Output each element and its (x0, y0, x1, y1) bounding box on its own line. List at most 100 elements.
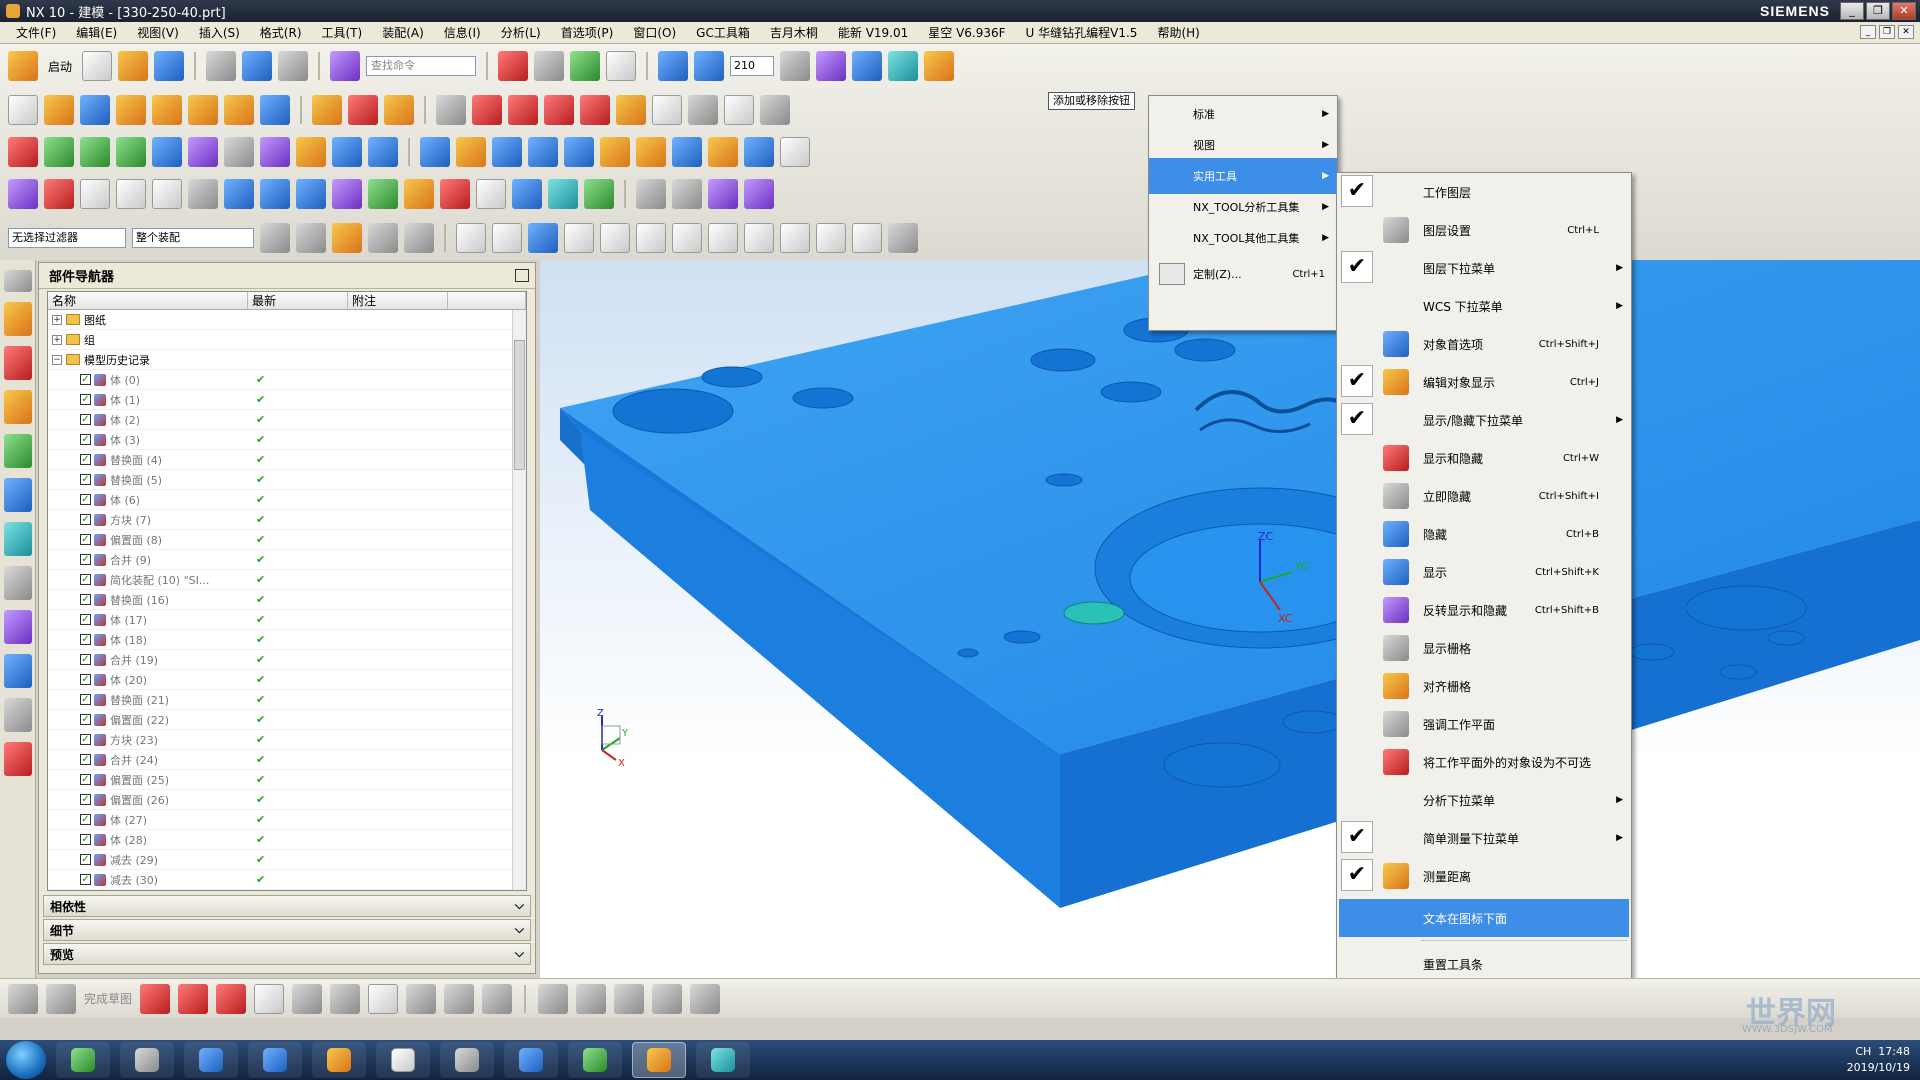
move-face-icon[interactable] (296, 137, 326, 167)
submenu-item[interactable]: ✔ 工作图层 (1337, 173, 1631, 211)
replace-face-icon[interactable] (332, 137, 362, 167)
fillet-icon[interactable] (292, 983, 323, 1014)
section-view-icon[interactable] (694, 51, 725, 81)
tool-icon[interactable] (584, 179, 614, 209)
column-note[interactable]: 附注 (348, 292, 448, 309)
grid-icon[interactable] (888, 223, 918, 253)
menu-item-10[interactable]: 窗口(O) (623, 24, 686, 41)
point-on-face-icon[interactable] (852, 223, 882, 253)
visibility-checkbox[interactable]: ✓ (80, 674, 91, 685)
submenu-item[interactable]: 强调工作平面 (1337, 705, 1631, 743)
visibility-checkbox[interactable]: ✓ (80, 614, 91, 625)
render-style-icon[interactable] (534, 51, 565, 81)
undo-icon[interactable] (242, 51, 273, 81)
studio-surface-icon[interactable] (744, 137, 774, 167)
circle-icon[interactable] (472, 95, 502, 125)
taskbar-app-7[interactable] (440, 1042, 494, 1078)
intersection-icon[interactable] (672, 223, 702, 253)
settings-gear-icon[interactable] (4, 270, 32, 292)
extrude-icon[interactable] (44, 95, 74, 125)
finish-sketch-label[interactable]: 完成草图 (84, 990, 132, 1007)
datum-plane-icon[interactable] (436, 95, 466, 125)
shaded-icon[interactable] (570, 51, 601, 81)
filter-settings-icon[interactable] (260, 223, 290, 253)
system-materials-icon[interactable] (4, 610, 32, 644)
start-icon[interactable] (8, 51, 38, 81)
layer-select[interactable]: 210 (730, 56, 775, 76)
column-name[interactable]: 名称 (48, 292, 248, 309)
taskbar-app-8[interactable] (504, 1042, 558, 1078)
rapid-dimension-icon[interactable] (652, 983, 683, 1014)
tree-scrollbar[interactable] (512, 310, 526, 890)
tree-group-row[interactable]: + 组 (48, 330, 512, 350)
taskbar-app-6[interactable] (376, 1042, 430, 1078)
background-icon[interactable] (606, 51, 637, 81)
visibility-checkbox[interactable]: ✓ (80, 414, 91, 425)
table-row[interactable]: ✓ 体 (1) ✔ (48, 390, 512, 410)
table-row[interactable]: ✓ 偏置面 (26) ✔ (48, 790, 512, 810)
snap-point-icon[interactable] (332, 223, 362, 253)
close-button[interactable]: ✕ (1892, 2, 1916, 20)
boss-icon[interactable] (152, 95, 182, 125)
start-button-label[interactable]: 启动 (48, 58, 72, 75)
submenu-item[interactable]: ✔ 编辑对象显示 Ctrl+J (1337, 363, 1631, 401)
visibility-checkbox[interactable]: ✓ (80, 774, 91, 785)
snap-icon[interactable] (888, 51, 919, 81)
tree-group-row[interactable]: − 模型历史记录 (48, 350, 512, 370)
bounded-plane-icon[interactable] (492, 137, 522, 167)
offset-face-icon[interactable] (260, 137, 290, 167)
submenu-item[interactable]: 分析下拉菜单 ▶ (1337, 781, 1631, 819)
profile-icon[interactable] (140, 983, 171, 1014)
intersect-icon[interactable] (384, 95, 414, 125)
scrollbar-thumb[interactable] (514, 340, 525, 470)
axis-icon[interactable] (440, 179, 470, 209)
table-row[interactable]: ✓ 偏置面 (8) ✔ (48, 530, 512, 550)
visibility-checkbox[interactable]: ✓ (80, 394, 91, 405)
midpoint-icon[interactable] (600, 223, 630, 253)
arc-icon[interactable] (508, 95, 538, 125)
visibility-checkbox[interactable]: ✓ (80, 634, 91, 645)
visibility-checkbox[interactable]: ✓ (80, 694, 91, 705)
sketch-arc-icon[interactable] (216, 983, 247, 1014)
assembly-navigator-icon[interactable] (4, 302, 32, 336)
table-row[interactable]: ✓ 体 (6) ✔ (48, 490, 512, 510)
hole-icon[interactable] (116, 95, 146, 125)
line-icon[interactable] (544, 95, 574, 125)
constraint-navigator-icon[interactable] (4, 346, 32, 380)
submenu-item[interactable]: ✔ 简单测量下拉菜单 ▶ (1337, 819, 1631, 857)
through-curves-icon[interactable] (420, 137, 450, 167)
revolve-icon[interactable] (80, 95, 110, 125)
sketch-point-icon[interactable] (444, 983, 475, 1014)
sketch-circle-icon[interactable] (254, 983, 285, 1014)
object-display-icon[interactable] (816, 51, 847, 81)
section-icon[interactable] (332, 179, 362, 209)
unite-icon[interactable] (312, 95, 342, 125)
quick-extend-icon[interactable] (576, 983, 607, 1014)
search-command-input[interactable]: 查找命令 (366, 56, 477, 76)
arc-3pt-icon[interactable] (580, 95, 610, 125)
submenu-item[interactable]: 立即隐藏 Ctrl+Shift+I (1337, 477, 1631, 515)
visibility-checkbox[interactable]: ✓ (80, 474, 91, 485)
table-row[interactable]: ✓ 体 (17) ✔ (48, 610, 512, 630)
roles-icon[interactable] (4, 742, 32, 776)
context-menu-item[interactable]: NX_TOOL其他工具集 ▶ (1149, 220, 1337, 256)
table-row[interactable]: ✓ 替换面 (16) ✔ (48, 590, 512, 610)
geometric-constraint-icon[interactable] (690, 983, 721, 1014)
hd3d-tools-icon[interactable] (4, 478, 32, 512)
helix-icon[interactable] (616, 95, 646, 125)
new-file-icon[interactable] (82, 51, 113, 81)
quadrant-icon[interactable] (744, 223, 774, 253)
submenu-item[interactable]: 隐藏 Ctrl+B (1337, 515, 1631, 553)
sketch-icon[interactable] (8, 95, 38, 125)
refresh-icon[interactable] (368, 179, 398, 209)
origin-icon[interactable] (512, 179, 542, 209)
body-select-icon[interactable] (528, 223, 558, 253)
split-body-icon[interactable] (224, 137, 254, 167)
gc-solid-icon[interactable] (44, 179, 74, 209)
input-language[interactable]: CH (1855, 1045, 1871, 1058)
visibility-checkbox[interactable]: ✓ (80, 454, 91, 465)
context-menu-item[interactable]: 定制(Z)... Ctrl+1 (1149, 256, 1337, 292)
submenu-item[interactable]: WCS 下拉菜单 ▶ (1337, 287, 1631, 325)
table-row[interactable]: ✓ 合并 (19) ✔ (48, 650, 512, 670)
extract-geometry-icon[interactable] (636, 137, 666, 167)
